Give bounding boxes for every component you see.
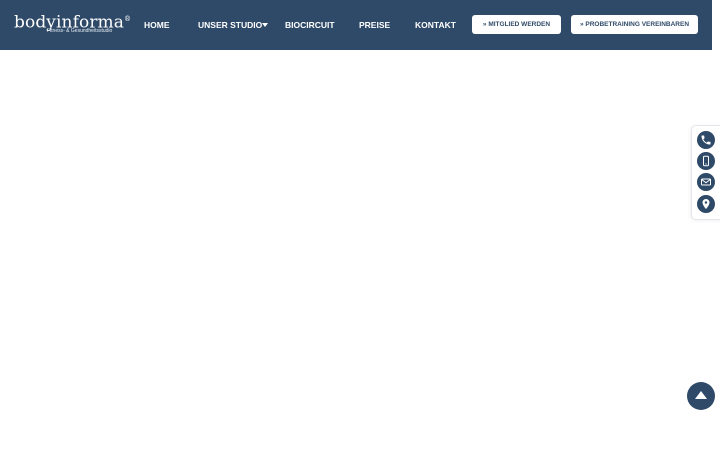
nav-biocircuit[interactable]: BIOCIRCUIT <box>285 19 335 31</box>
scroll-to-top-button[interactable] <box>687 382 715 410</box>
brand-tagline: Fitness- & Gesundheitsstudio <box>47 28 113 34</box>
mobile-icon[interactable] <box>697 152 715 170</box>
phone-icon[interactable] <box>697 131 715 149</box>
registered-mark: ® <box>124 15 132 23</box>
contact-sidebar <box>691 125 720 220</box>
nav-unser-studio[interactable]: UNSER STUDIO <box>198 19 262 31</box>
nav-home[interactable]: HOME <box>144 19 170 31</box>
book-trial-button[interactable]: » PROBETRAINING VEREINBAREN <box>571 15 698 34</box>
nav-preise[interactable]: PREISE <box>359 19 390 31</box>
become-member-button[interactable]: » MITGLIED WERDEN <box>472 15 561 34</box>
nav-kontakt[interactable]: KONTAKT <box>415 19 456 31</box>
arrow-up-icon <box>695 391 707 399</box>
mail-icon[interactable] <box>697 173 715 191</box>
location-pin-icon[interactable] <box>697 195 715 213</box>
site-header: bodyinforma® Fitness- & Gesundheitsstudi… <box>0 0 712 50</box>
brand-logo[interactable]: bodyinforma® Fitness- & Gesundheitsstudi… <box>14 10 132 34</box>
chevron-down-icon[interactable] <box>262 23 268 27</box>
